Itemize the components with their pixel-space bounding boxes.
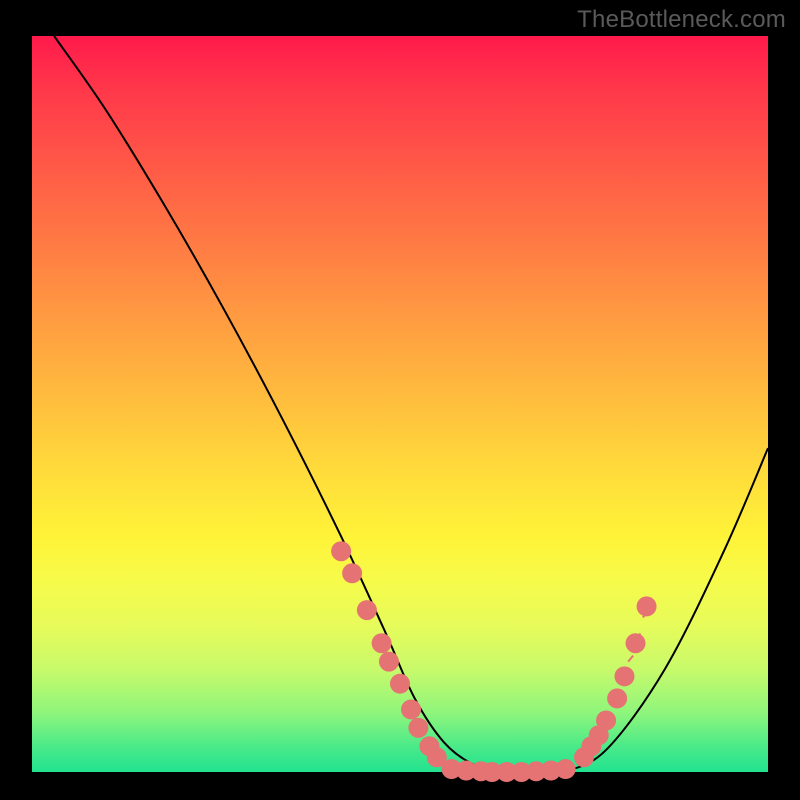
marker-tick — [628, 656, 633, 662]
marker-dot — [401, 699, 421, 719]
marker-dot — [626, 633, 646, 653]
marker-dot — [357, 600, 377, 620]
marker-dot — [614, 666, 634, 686]
marker-dot — [408, 718, 428, 738]
marker-dot — [372, 633, 392, 653]
watermark-label: TheBottleneck.com — [577, 6, 786, 34]
scatter-dots — [331, 541, 656, 782]
marker-dot — [331, 541, 351, 561]
marker-dot — [390, 674, 410, 694]
marker-dot — [556, 759, 576, 779]
chart-container: TheBottleneck.com — [0, 0, 800, 800]
bottleneck-curve — [54, 36, 768, 774]
plot-area — [32, 36, 768, 772]
chart-svg — [32, 36, 768, 772]
marker-dot — [342, 563, 362, 583]
marker-dot — [607, 688, 627, 708]
marker-dot — [379, 652, 399, 672]
